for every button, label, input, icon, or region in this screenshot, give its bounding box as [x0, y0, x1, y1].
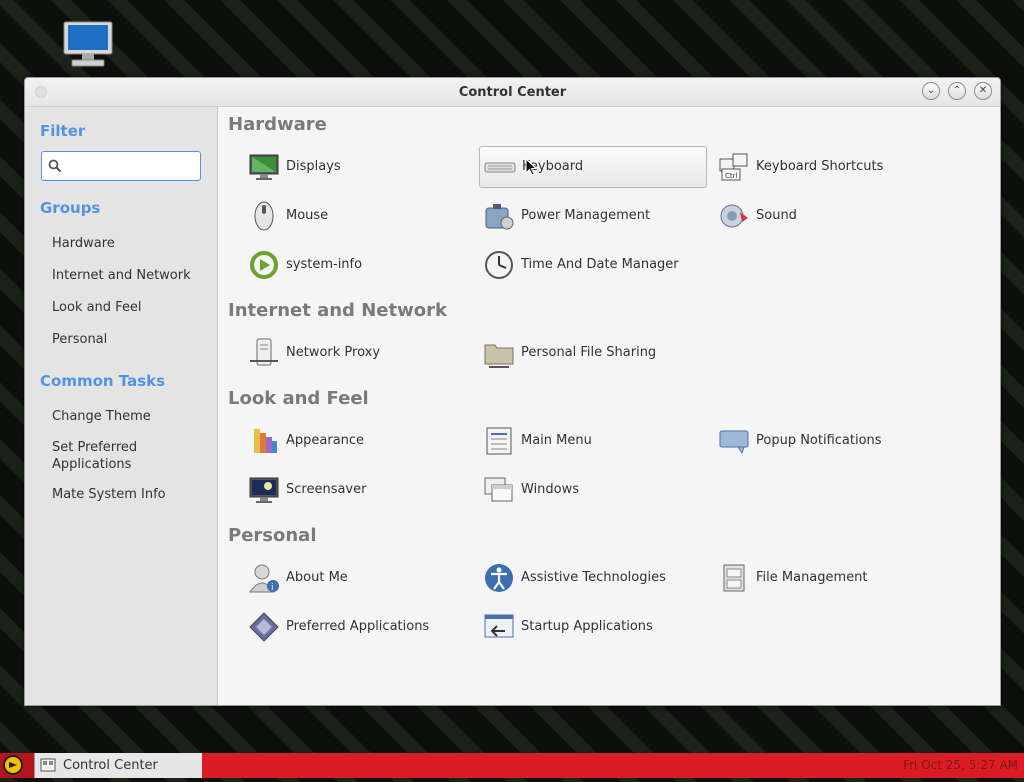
task-set-preferred-applications[interactable]: Set Preferred Applications — [52, 439, 152, 473]
sidebar-item-internet-network[interactable]: Internet and Network — [52, 267, 191, 284]
item-label: Preferred Applications — [286, 619, 430, 634]
section-title-personal: Personal — [228, 525, 317, 546]
item-label: Power Management — [521, 208, 651, 223]
item-system-info[interactable]: system-info — [244, 245, 470, 285]
computer-desktop-icon[interactable] — [60, 20, 116, 72]
section-title-internet-network: Internet and Network — [228, 300, 447, 321]
item-label: Displays — [286, 159, 341, 174]
item-label: Appearance — [286, 433, 365, 448]
close-button[interactable]: ✕ — [974, 82, 992, 100]
filter-field[interactable] — [41, 151, 201, 181]
sidebar-item-hardware[interactable]: Hardware — [52, 235, 115, 252]
preferred-apps-icon — [249, 612, 279, 642]
item-main-menu[interactable]: Main Menu — [479, 421, 705, 461]
main-menu-icon — [486, 427, 512, 455]
title-bar[interactable]: Control Center ⌄ ⌃ ✕ — [25, 78, 1000, 107]
keyboard-icon — [484, 162, 516, 173]
filter-heading: Filter — [40, 122, 86, 140]
svg-text:i: i — [271, 583, 274, 593]
mouse-cursor-icon — [525, 158, 537, 176]
item-mouse[interactable]: Mouse — [244, 196, 470, 236]
item-keyboard[interactable]: Keyboard — [479, 146, 707, 188]
item-assistive-technologies[interactable]: Assistive Technologies — [479, 558, 705, 598]
maximize-button[interactable]: ⌃ — [948, 82, 966, 100]
screensaver-icon — [249, 477, 279, 503]
windows-icon — [484, 477, 513, 502]
item-label: Assistive Technologies — [521, 570, 666, 585]
item-label: Mouse — [286, 208, 329, 223]
folder-share-icon — [484, 344, 514, 368]
minimize-button[interactable]: ⌄ — [922, 82, 940, 100]
window-title: Control Center — [458, 85, 567, 100]
startup-apps-icon — [484, 614, 514, 638]
task-button-label: Control Center — [63, 758, 158, 773]
item-personal-file-sharing[interactable]: Personal File Sharing — [479, 333, 705, 373]
item-label: Startup Applications — [521, 619, 653, 634]
item-label: Windows — [521, 482, 580, 497]
item-label: Network Proxy — [286, 345, 381, 360]
display-icon — [249, 154, 279, 180]
sidebar-item-look-feel[interactable]: Look and Feel — [52, 299, 142, 316]
item-network-proxy[interactable]: Network Proxy — [244, 333, 470, 373]
item-sound[interactable]: Sound — [714, 196, 940, 236]
main-panel: Hardware Displays Keyboard Ctrl Keyboard… — [218, 107, 1000, 705]
mouse-icon — [254, 201, 274, 231]
control-center-window: Control Center ⌄ ⌃ ✕ Filter Groups Hardw… — [24, 77, 1001, 706]
item-windows[interactable]: Windows — [479, 470, 705, 510]
network-proxy-icon — [250, 338, 278, 366]
item-label: About Me — [286, 570, 348, 585]
item-label: Popup Notifications — [756, 433, 882, 448]
item-preferred-applications[interactable]: Preferred Applications — [244, 607, 470, 647]
item-label: Time And Date Manager — [521, 257, 679, 272]
common-tasks-heading: Common Tasks — [40, 372, 166, 390]
item-label: Keyboard Shortcuts — [756, 159, 884, 174]
sound-icon — [720, 204, 748, 228]
item-label: Main Menu — [521, 433, 592, 448]
clock-icon — [485, 251, 513, 279]
task-mate-system-info[interactable]: Mate System Info — [52, 486, 166, 503]
filter-input[interactable] — [66, 155, 198, 177]
item-popup-notifications[interactable]: Popup Notifications — [714, 421, 940, 461]
keyboard-shortcuts-icon: Ctrl — [719, 153, 748, 181]
item-about-me[interactable]: i About Me — [244, 558, 470, 598]
item-startup-applications[interactable]: Startup Applications — [479, 607, 705, 647]
appearance-icon — [254, 429, 277, 453]
about-me-icon: i — [249, 564, 279, 593]
item-time-date[interactable]: Time And Date Manager — [479, 245, 705, 285]
item-label: Sound — [756, 208, 797, 223]
item-label: Screensaver — [286, 482, 367, 497]
task-button-control-center[interactable]: Control Center — [34, 753, 202, 778]
system-info-icon — [250, 251, 278, 279]
clock[interactable]: Fri Oct 25, 5:27 AM — [903, 758, 1018, 772]
sidebar-item-personal[interactable]: Personal — [52, 331, 107, 348]
taskbar: Control Center Fri Oct 25, 5:27 AM — [0, 753, 1024, 778]
item-displays[interactable]: Displays — [244, 147, 470, 187]
popup-notifications-icon — [719, 430, 749, 455]
groups-heading: Groups — [40, 199, 101, 217]
item-appearance[interactable]: Appearance — [244, 421, 470, 461]
power-management-icon — [485, 204, 514, 230]
section-title-hardware: Hardware — [228, 114, 327, 135]
search-icon — [48, 159, 62, 173]
accessibility-icon — [485, 564, 513, 592]
svg-text:Ctrl: Ctrl — [725, 172, 738, 180]
sidebar: Filter Groups Hardware Internet and Netw… — [25, 107, 218, 705]
item-keyboard-shortcuts[interactable]: Ctrl Keyboard Shortcuts — [714, 147, 940, 187]
main-menu-button[interactable] — [0, 753, 34, 778]
item-label: File Management — [756, 570, 868, 585]
item-screensaver[interactable]: Screensaver — [244, 470, 470, 510]
item-file-management[interactable]: File Management — [714, 558, 940, 598]
task-change-theme[interactable]: Change Theme — [52, 408, 151, 425]
file-management-icon — [723, 564, 745, 592]
section-title-look-feel: Look and Feel — [228, 388, 369, 409]
item-power-management[interactable]: Power Management — [479, 196, 705, 236]
item-label: system-info — [286, 257, 363, 272]
control-center-task-icon — [40, 758, 56, 772]
app-menu-icon — [3, 755, 23, 775]
item-label: Personal File Sharing — [521, 345, 657, 360]
